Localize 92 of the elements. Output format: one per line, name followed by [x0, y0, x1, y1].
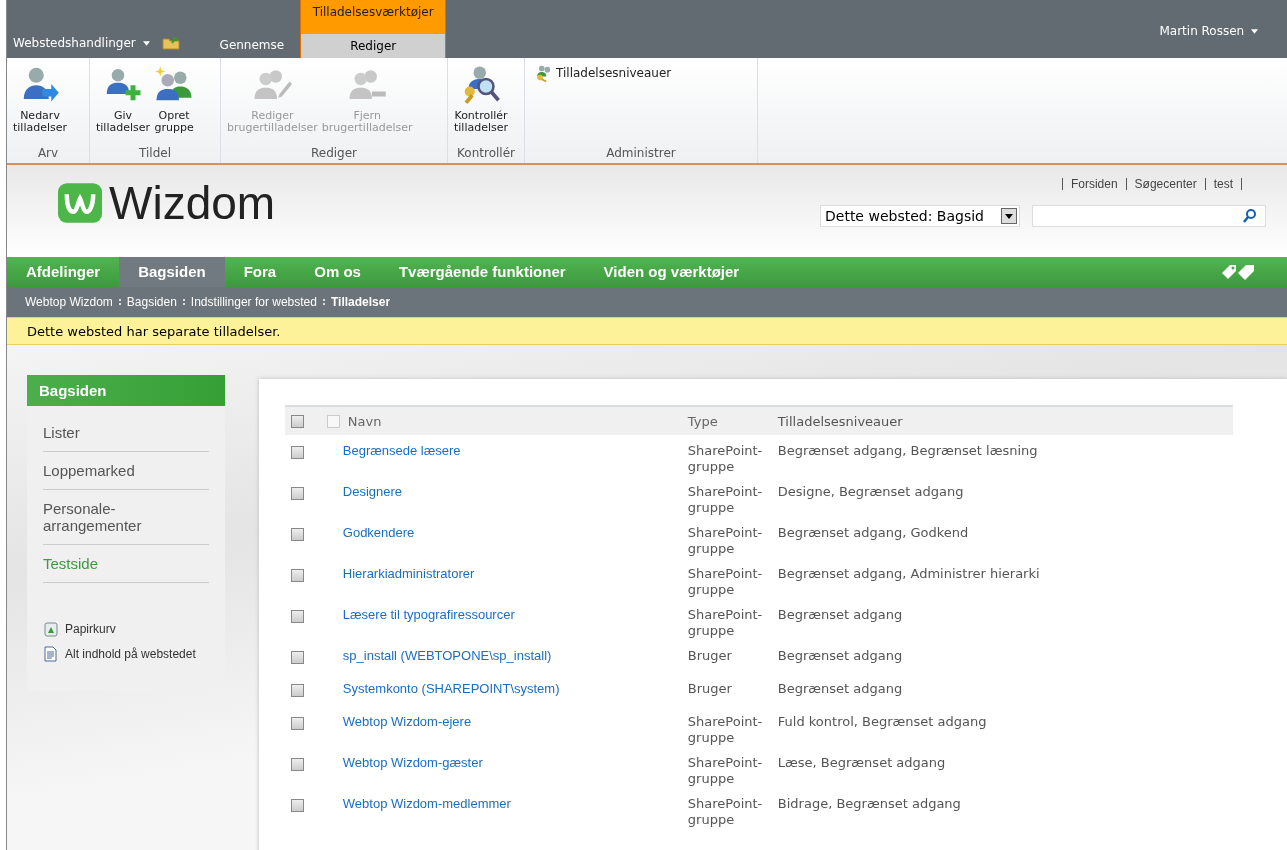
sidebar-link[interactable]: Alt indhold på webstedet: [65, 647, 196, 661]
breadcrumb-link[interactable]: Indstillinger for websted: [190, 295, 317, 309]
ribbon-button[interactable]: Tilladelsesniveauer: [529, 64, 678, 82]
document-icon: [43, 646, 59, 662]
type-cell-text: Bruger: [687, 648, 733, 664]
type-cell-text: SharePoint-gruppe: [687, 796, 764, 828]
nav-tab[interactable]: Tværgående funktioner: [379, 257, 585, 287]
caret-icon: [142, 41, 150, 46]
row-checkbox[interactable]: [290, 569, 304, 582]
row-checkbox[interactable]: [290, 651, 304, 664]
site-actions-menu[interactable]: Webstedshandlinger: [13, 36, 150, 50]
row-checkbox[interactable]: [290, 528, 304, 541]
type-cell-text: Bruger: [687, 681, 733, 697]
type-cell-text: SharePoint-gruppe: [687, 755, 764, 787]
caret-icon: [1251, 29, 1258, 34]
breadcrumb-link[interactable]: Bagsiden: [126, 295, 177, 309]
levels-cell-text: Begrænset adgang, Begrænset læsning: [777, 443, 1039, 458]
logo-text: Wizdom: [109, 176, 276, 230]
ribbon-group-label: Administrer: [605, 146, 677, 162]
ribbon-tab[interactable]: Gennemse: [203, 38, 301, 58]
type-cell-text: SharePoint-gruppe: [687, 714, 764, 746]
nav-tab[interactable]: Fora: [224, 257, 296, 287]
nav-tab[interactable]: Bagsiden: [119, 257, 225, 287]
checkbox-icon: [326, 414, 340, 428]
sidebar-item[interactable]: Personale-arrangementer: [43, 490, 209, 545]
ribbon-button[interactable]: Giv tilladelser: [94, 64, 153, 134]
name-link[interactable]: Læsere til typografiressourcer: [342, 607, 515, 622]
column-header[interactable]: Tilladelsesniveauer: [777, 413, 1233, 429]
ribbon-group-label: Tildel: [138, 146, 172, 162]
type-cell-text: SharePoint-gruppe: [687, 566, 764, 598]
row-checkbox[interactable]: [290, 684, 304, 697]
sidebar-title: Bagsiden: [27, 375, 225, 406]
name-link[interactable]: Godkendere: [342, 525, 415, 540]
row-checkbox[interactable]: [290, 487, 304, 500]
type-cell-text: SharePoint-gruppe: [687, 525, 764, 557]
levels-cell-text: Fuld kontrol, Begrænset adgang: [777, 714, 988, 729]
row-checkbox[interactable]: [290, 610, 304, 623]
row-checkbox[interactable]: [290, 799, 304, 812]
sidebar-item[interactable]: Loppemarked: [43, 452, 209, 490]
ribbon-button[interactable]: Kontrollér tilladelser: [452, 64, 511, 134]
levels-cell-text: Begrænset adgang, Administrer hierarki: [777, 566, 1041, 581]
ribbon-group-label: Kontrollér: [456, 146, 516, 162]
ribbon-group-label: Rediger: [309, 146, 359, 162]
header-link[interactable]: Søgecenter: [1134, 177, 1197, 191]
name-link[interactable]: Systemkonto (SHAREPOINT\system): [342, 681, 560, 696]
levels-cell-text: Designe, Begrænset adgang: [777, 484, 965, 499]
dropdown-icon: [1001, 208, 1017, 224]
search-field[interactable]: [1032, 205, 1266, 227]
levels-cell-text: Begrænset adgang: [777, 607, 904, 622]
contextual-group-label: Tilladelsesværktøjer: [312, 4, 434, 19]
search-scope-dropdown[interactable]: Dette websted: Bagsid: [820, 205, 1020, 227]
status-message: Dette websted har separate tilladelser.: [7, 317, 1287, 345]
people-key-icon: [535, 64, 553, 82]
levels-cell-text: Begrænset adgang, Godkend: [777, 525, 970, 540]
breadcrumb-link[interactable]: Webtop Wizdom: [25, 295, 113, 309]
name-link[interactable]: Designere: [342, 484, 403, 499]
select-all-checkbox[interactable]: [290, 414, 304, 428]
row-checkbox[interactable]: [290, 758, 304, 771]
sidebar-item[interactable]: Lister: [43, 414, 209, 452]
user-menu[interactable]: Martin Rossen: [1159, 24, 1258, 38]
logo-icon: [55, 181, 105, 225]
ribbon-button[interactable]: Opret gruppe: [152, 64, 197, 134]
sidebar-link[interactable]: Papirkurv: [65, 622, 116, 636]
ribbon-group-label: Arv: [36, 146, 60, 162]
row-checkbox[interactable]: [290, 446, 304, 459]
bin-icon: [43, 621, 59, 637]
name-link[interactable]: sp_install (WEBTOPONE\sp_install): [342, 648, 552, 663]
ribbon-button[interactable]: Nedarv tilladelser: [11, 64, 70, 134]
nav-tab[interactable]: Viden og værktøjer: [584, 257, 759, 287]
name-link[interactable]: Hierarkiadministratorer: [342, 566, 475, 581]
nav-tab[interactable]: Afdelinger: [7, 257, 120, 287]
type-cell-text: SharePoint-gruppe: [687, 484, 764, 516]
levels-cell-text: Læse, Begrænset adgang: [777, 755, 947, 770]
column-header[interactable]: Navn: [347, 413, 382, 429]
folder-arrow-icon[interactable]: [161, 34, 180, 50]
name-link[interactable]: Begrænsede læsere: [342, 443, 461, 458]
sidebar-item[interactable]: Testside: [43, 545, 209, 583]
levels-cell-text: Bidrage, Begrænset adgang: [777, 796, 962, 811]
breadcrumb-current: Tilladelser: [330, 295, 391, 309]
ribbon-tab[interactable]: Tilladelsesværktøjer Rediger: [300, 0, 447, 58]
type-cell-text: SharePoint-gruppe: [687, 607, 764, 639]
levels-cell-text: Begrænset adgang: [777, 681, 904, 696]
row-checkbox[interactable]: [290, 717, 304, 730]
column-header[interactable]: Type: [687, 413, 778, 429]
header-link[interactable]: Forsiden: [1070, 177, 1118, 191]
name-link[interactable]: Webtop Wizdom-ejere: [342, 714, 472, 729]
levels-cell-text: Begrænset adgang: [777, 648, 904, 663]
name-link[interactable]: Webtop Wizdom-medlemmer: [342, 796, 511, 811]
type-cell-text: SharePoint-gruppe: [687, 443, 764, 475]
header-link[interactable]: test: [1213, 177, 1233, 191]
name-link[interactable]: Webtop Wizdom-gæster: [342, 755, 483, 770]
nav-tab[interactable]: Om os: [295, 257, 380, 287]
